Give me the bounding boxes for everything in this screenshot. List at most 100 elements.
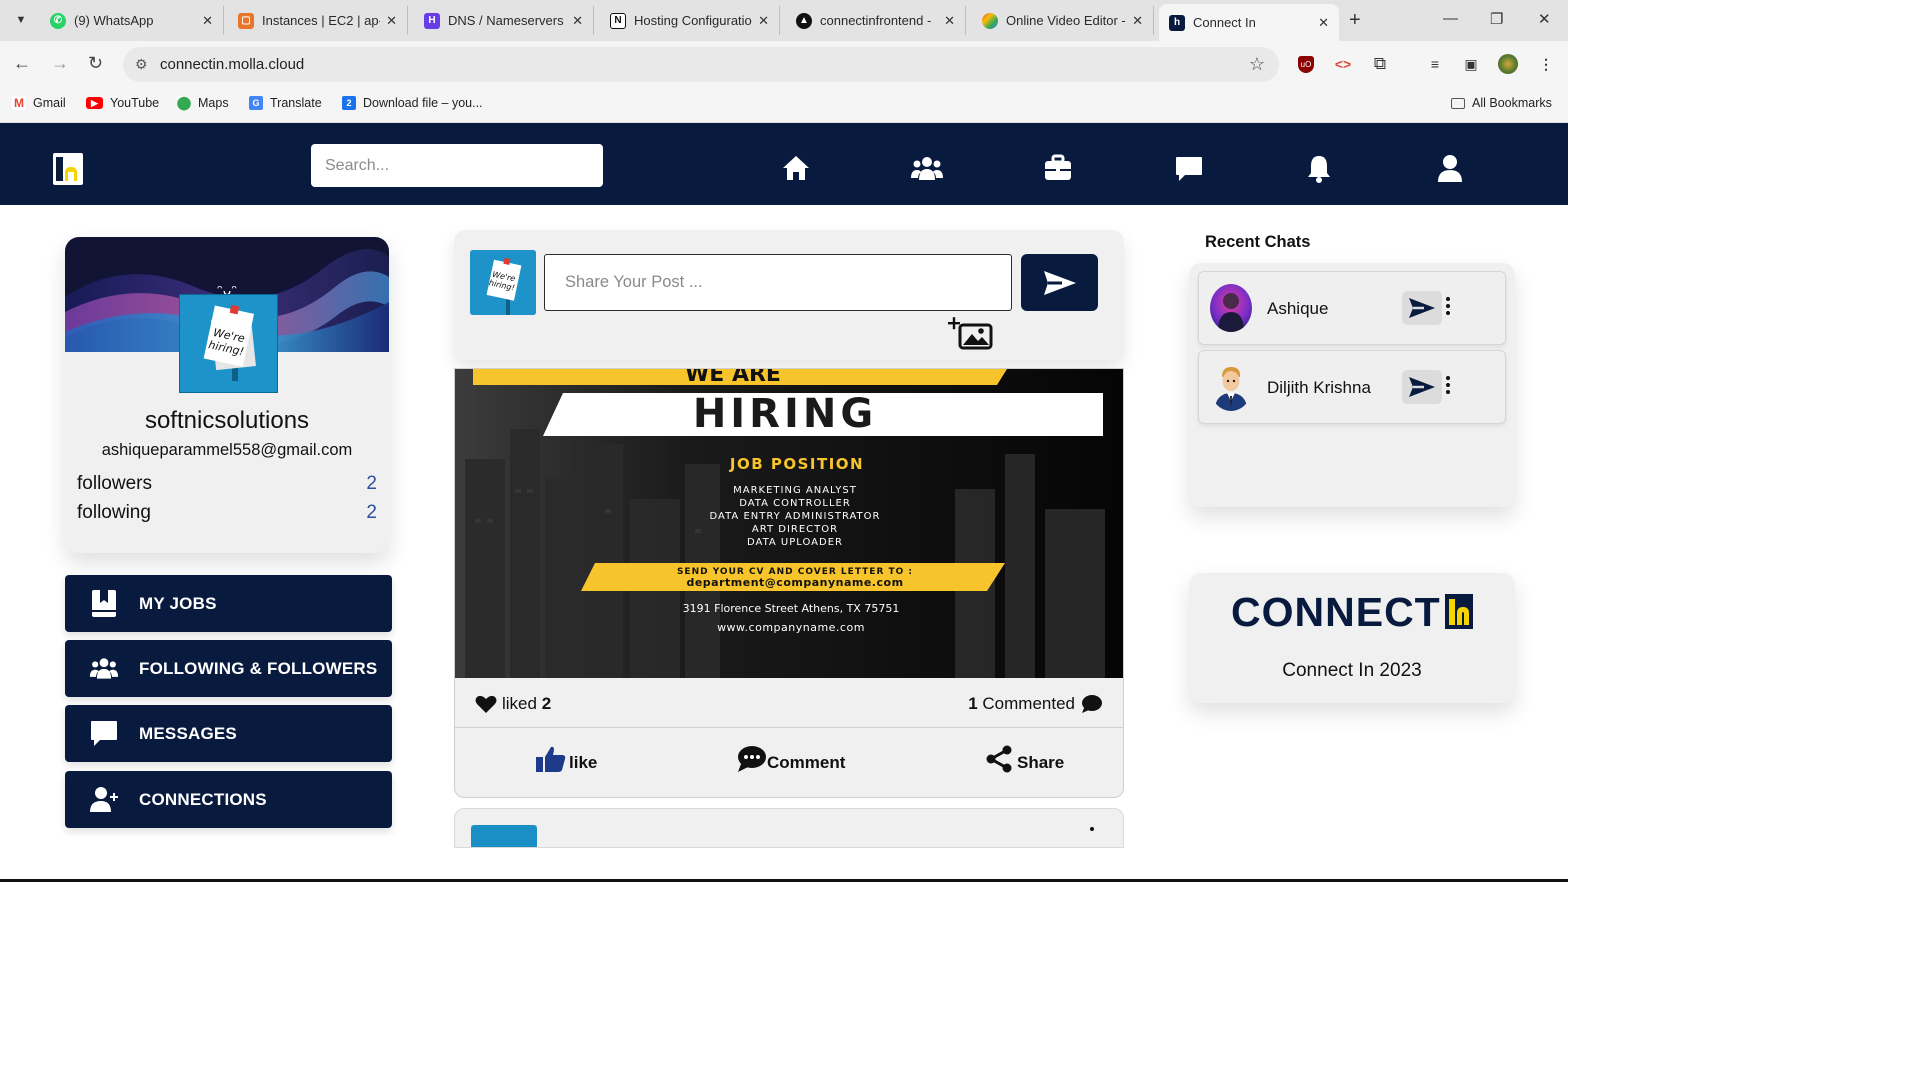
more-options-icon[interactable] bbox=[1090, 827, 1094, 831]
following-followers-button[interactable]: FOLLOWING & FOLLOWERS bbox=[65, 640, 392, 697]
comments-count: 1 bbox=[968, 694, 978, 713]
more-options-icon[interactable] bbox=[1446, 296, 1450, 316]
restore-icon[interactable]: ❐ bbox=[1490, 10, 1503, 28]
profile-card: ᵔᴗᵔ We're hiring! softnicsolutions ashiq… bbox=[65, 237, 389, 553]
address-bar[interactable]: ⚙ connectin.molla.cloud ☆ bbox=[123, 47, 1279, 82]
code-extension-icon[interactable]: <> bbox=[1333, 54, 1353, 74]
download-icon: 2 bbox=[342, 96, 356, 110]
share-button[interactable]: Share bbox=[985, 745, 1064, 773]
bookmark-maps[interactable]: ⬤ Maps bbox=[176, 95, 229, 110]
chat-avatar bbox=[1210, 363, 1252, 411]
close-icon[interactable]: ✕ bbox=[202, 13, 213, 29]
browser-tab[interactable]: ✆ (9) WhatsApp ✕ bbox=[40, 6, 224, 35]
following-count[interactable]: 2 bbox=[366, 502, 377, 524]
connections-button[interactable]: CONNECTIONS bbox=[65, 771, 392, 828]
bottom-border bbox=[0, 879, 1568, 882]
like-label: like bbox=[569, 753, 598, 772]
close-window-icon[interactable]: ✕ bbox=[1538, 10, 1551, 28]
close-icon[interactable]: ✕ bbox=[386, 13, 397, 29]
browser-tab[interactable]: H DNS / Nameservers | ✕ bbox=[414, 6, 594, 35]
bookmark-translate[interactable]: G Translate bbox=[249, 96, 322, 110]
close-icon[interactable]: ✕ bbox=[572, 13, 583, 29]
app-logo[interactable] bbox=[53, 153, 83, 185]
menu-label: MY JOBS bbox=[139, 593, 217, 613]
messages-button[interactable]: MESSAGES bbox=[65, 705, 392, 762]
send-post-button[interactable] bbox=[1021, 254, 1098, 311]
send-icon bbox=[1409, 377, 1435, 397]
chat-name: Diljith Krishna bbox=[1267, 378, 1371, 397]
network-icon[interactable] bbox=[910, 153, 944, 183]
browser-tab[interactable]: N Hosting Configuratio ✕ bbox=[600, 6, 780, 35]
bookmark-label: Translate bbox=[270, 96, 322, 110]
home-icon[interactable] bbox=[781, 153, 811, 183]
likes-summary[interactable]: liked 2 bbox=[475, 694, 551, 714]
post-image-website: www.companyname.com bbox=[717, 621, 865, 634]
ublock-icon[interactable]: uO bbox=[1296, 54, 1316, 74]
comments-summary[interactable]: 1 Commented bbox=[968, 694, 1103, 714]
search-input[interactable] bbox=[311, 144, 603, 187]
thumbs-up-icon bbox=[536, 746, 566, 772]
side-panel-icon[interactable]: ▣ bbox=[1461, 54, 1481, 74]
url-text[interactable]: connectin.molla.cloud bbox=[160, 56, 304, 73]
browser-tab-active[interactable]: h Connect In ✕ bbox=[1159, 4, 1339, 41]
browser-toolbar: ← → ↻ ⚙ connectin.molla.cloud ☆ uO <> ⧉ … bbox=[0, 41, 1568, 87]
post-input[interactable] bbox=[544, 254, 1012, 311]
site-info-icon[interactable]: ⚙ bbox=[135, 56, 148, 73]
post-image-headline-top: WE ARE bbox=[685, 369, 781, 387]
menu-label: CONNECTIONS bbox=[139, 789, 267, 809]
chat-send-button[interactable] bbox=[1402, 291, 1442, 325]
users-icon bbox=[89, 658, 119, 679]
post-image-position: DATA CONTROLLER bbox=[739, 498, 851, 509]
maps-icon: ⬤ bbox=[176, 95, 192, 110]
profile-avatar-icon[interactable] bbox=[1498, 54, 1518, 74]
jobs-icon[interactable] bbox=[1043, 153, 1073, 183]
back-icon[interactable]: ← bbox=[13, 53, 31, 74]
close-icon[interactable]: ✕ bbox=[758, 13, 769, 29]
add-image-icon[interactable] bbox=[948, 316, 994, 350]
post-image-section: JOB POSITION bbox=[729, 455, 864, 473]
extensions-icon[interactable]: ⧉ bbox=[1370, 54, 1390, 74]
browser-tab[interactable]: ▲ connectinfrontend - ✕ bbox=[786, 6, 966, 35]
vercel-icon: ▲ bbox=[796, 12, 812, 29]
share-label: Share bbox=[1017, 753, 1065, 772]
tab-label: Online Video Editor - bbox=[1006, 13, 1126, 28]
post-image[interactable]: WE ARE HIRING JOB POSITION MARKETING ANA… bbox=[455, 369, 1123, 678]
app-navbar bbox=[0, 123, 1568, 205]
tab-search-button[interactable]: ▼ bbox=[8, 7, 34, 33]
bookmarks-bar: M Gmail ▶ YouTube ⬤ Maps G Translate 2 D… bbox=[0, 87, 1568, 123]
close-icon[interactable]: ✕ bbox=[944, 13, 955, 29]
bookmark-gmail[interactable]: M Gmail bbox=[12, 96, 66, 110]
close-icon[interactable]: ✕ bbox=[1318, 15, 1329, 31]
chat-item[interactable]: Ashique bbox=[1198, 271, 1506, 345]
profile-avatar[interactable]: We're hiring! bbox=[179, 294, 278, 393]
forward-icon[interactable]: → bbox=[51, 53, 69, 74]
post-image-position: MARKETING ANALYST bbox=[733, 485, 857, 496]
minimize-icon[interactable]: — bbox=[1443, 10, 1458, 27]
like-button[interactable]: like bbox=[535, 745, 597, 773]
my-jobs-button[interactable]: MY JOBS bbox=[65, 575, 392, 632]
reload-icon[interactable]: ↻ bbox=[88, 53, 103, 74]
all-bookmarks[interactable]: All Bookmarks bbox=[1451, 96, 1552, 110]
folder-icon bbox=[1451, 97, 1465, 109]
message-icon bbox=[91, 721, 117, 746]
media-control-icon[interactable]: ≡ bbox=[1425, 54, 1445, 74]
composer-avatar: We're hiring! bbox=[470, 250, 536, 315]
more-options-icon[interactable] bbox=[1446, 375, 1450, 395]
chat-item[interactable]: Diljith Krishna bbox=[1198, 350, 1506, 424]
bookmark-youtube[interactable]: ▶ YouTube bbox=[86, 96, 159, 110]
brand-title: CONNECT bbox=[1231, 589, 1441, 635]
bookmark-star-icon[interactable]: ☆ bbox=[1249, 54, 1265, 75]
messages-icon[interactable] bbox=[1174, 153, 1204, 183]
chat-send-button[interactable] bbox=[1402, 370, 1442, 404]
bookmark-download[interactable]: 2 Download file – you... bbox=[342, 96, 483, 110]
followers-count[interactable]: 2 bbox=[366, 473, 377, 495]
brand-card: CONNECT Connect In 2023 bbox=[1189, 573, 1515, 703]
comment-button[interactable]: Comment bbox=[737, 745, 845, 773]
browser-menu-icon[interactable]: ⋮ bbox=[1536, 54, 1556, 74]
profile-icon[interactable] bbox=[1435, 153, 1465, 183]
browser-tab[interactable]: ▢ Instances | EC2 | ap-s ✕ bbox=[228, 6, 408, 35]
browser-tab[interactable]: Online Video Editor - ✕ bbox=[972, 6, 1154, 35]
new-tab-button[interactable]: + bbox=[1349, 9, 1361, 32]
close-icon[interactable]: ✕ bbox=[1132, 13, 1143, 29]
notifications-icon[interactable] bbox=[1304, 153, 1334, 183]
